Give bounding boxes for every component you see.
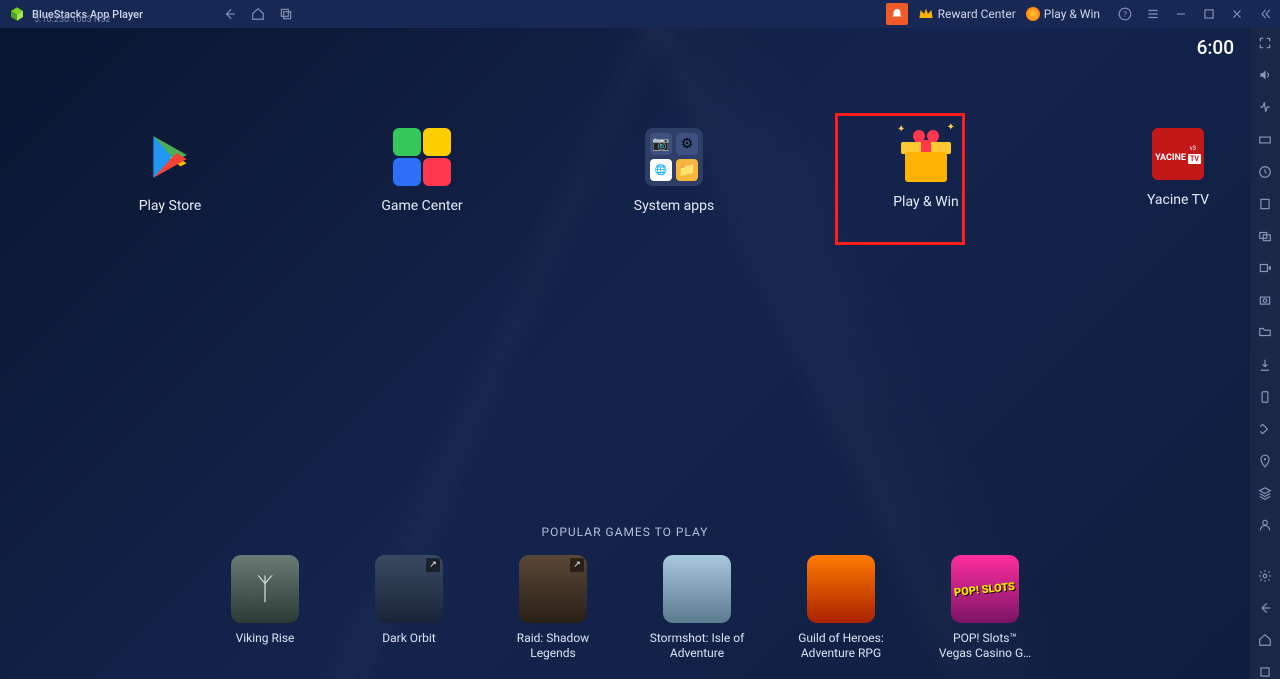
close-icon[interactable] (1230, 7, 1244, 21)
game-thumbnail: ↗ (375, 555, 443, 623)
app-play-store[interactable]: Play Store (100, 128, 240, 214)
game-label: Stormshot: Isle of Adventure (647, 631, 747, 661)
install-apk-icon[interactable] (1257, 358, 1273, 372)
settings-icon[interactable] (1257, 569, 1273, 583)
svg-text:?: ? (1123, 9, 1127, 19)
maximize-icon[interactable] (1202, 7, 1216, 21)
home-icon[interactable] (251, 7, 265, 21)
reward-center-button[interactable]: Reward Center (918, 7, 1016, 21)
accounts-icon[interactable] (1257, 518, 1273, 532)
popular-game-dark-orbit[interactable]: ↗ Dark Orbit (359, 555, 459, 661)
system-apps-icon: 📷⚙🌐📁 (645, 128, 703, 186)
game-label: Guild of Heroes: Adventure RPG (791, 631, 891, 661)
rotate-icon[interactable] (1257, 390, 1273, 404)
app-yacine-tv[interactable]: v3 YACINE TV Yacine TV (1108, 128, 1248, 214)
help-icon[interactable]: ? (1118, 7, 1132, 21)
yacine-tv-icon: v3 YACINE TV (1152, 128, 1204, 180)
macro-icon[interactable] (1257, 197, 1273, 211)
external-link-icon: ↗ (426, 558, 440, 572)
app-label: Play & Win (893, 194, 959, 210)
popular-title: POPULAR GAMES TO PLAY (0, 525, 1250, 539)
game-thumbnail: POP! SLOTS (951, 555, 1019, 623)
game-label: Dark Orbit (382, 631, 435, 646)
bluestacks-logo-icon (8, 5, 26, 23)
titlebar: BlueStacks App Player 5.10.230.1003 N32 … (0, 0, 1280, 28)
play-win-label: Play & Win (1044, 7, 1100, 21)
game-center-icon (393, 128, 451, 186)
app-label: System apps (634, 198, 714, 214)
game-label: Viking Rise (236, 631, 295, 646)
crown-icon (918, 7, 934, 21)
keyboard-icon[interactable] (1257, 132, 1273, 146)
app-label: Play Store (139, 198, 202, 214)
location-icon[interactable] (1257, 454, 1273, 468)
side-toolbar (1250, 28, 1280, 679)
app-label: Yacine TV (1147, 192, 1209, 208)
play-store-icon (141, 128, 199, 186)
popular-game-guild[interactable]: Guild of Heroes: Adventure RPG (791, 555, 891, 661)
app-game-center[interactable]: Game Center (352, 128, 492, 214)
clock: 6:00 (1197, 36, 1234, 59)
game-thumbnail (807, 555, 875, 623)
app-label: Game Center (381, 198, 462, 214)
app-version: 5.10.230.1003 N32 (34, 15, 110, 25)
reward-center-label: Reward Center (938, 7, 1016, 21)
external-link-icon: ↗ (570, 558, 584, 572)
media-folder-icon[interactable] (1257, 325, 1273, 339)
layers-icon[interactable] (1257, 486, 1273, 500)
toolbar-home-icon[interactable] (1257, 633, 1273, 647)
shake-icon[interactable] (1257, 422, 1273, 436)
gift-icon: ✦ ✦ (899, 128, 953, 182)
home-screen: 6:00 Play Store Game Center 📷⚙🌐📁 System … (0, 28, 1250, 679)
game-label: Raid: Shadow Legends (503, 631, 603, 661)
game-thumbnail (663, 555, 731, 623)
game-label: POP! Slots™ Vegas Casino G… (935, 631, 1035, 661)
app-system-apps[interactable]: 📷⚙🌐📁 System apps (604, 128, 744, 214)
popular-games-section: POPULAR GAMES TO PLAY ᛉ Viking Rise ↗ Da… (0, 525, 1250, 661)
popular-game-raid[interactable]: ↗ Raid: Shadow Legends (503, 555, 603, 661)
minimize-icon[interactable] (1174, 7, 1188, 21)
volume-icon[interactable] (1257, 68, 1273, 82)
app-grid: Play Store Game Center 📷⚙🌐📁 System apps … (100, 128, 1248, 214)
recents-icon[interactable] (279, 7, 293, 21)
popular-game-pop-slots[interactable]: POP! SLOTS POP! Slots™ Vegas Casino G… (935, 555, 1035, 661)
screenshot-icon[interactable] (1257, 293, 1273, 307)
toolbar-recents-icon[interactable] (1257, 665, 1273, 679)
play-win-button[interactable]: Play & Win (1026, 7, 1100, 21)
toolbar-back-icon[interactable] (1257, 601, 1273, 615)
lock-cursor-icon[interactable] (1257, 100, 1273, 114)
record-icon[interactable] (1257, 261, 1273, 275)
notification-badge[interactable] (886, 3, 908, 25)
game-thumbnail: ↗ (519, 555, 587, 623)
sync-icon[interactable] (1257, 165, 1273, 179)
coin-icon (1026, 7, 1040, 21)
fullscreen-icon[interactable] (1257, 36, 1273, 50)
game-thumbnail: ᛉ (231, 555, 299, 623)
collapse-panel-icon[interactable] (1258, 7, 1272, 21)
menu-icon[interactable] (1146, 7, 1160, 21)
popular-game-stormshot[interactable]: Stormshot: Isle of Adventure (647, 555, 747, 661)
app-play-and-win[interactable]: ✦ ✦ Play & Win (856, 128, 996, 214)
popular-game-viking-rise[interactable]: ᛉ Viking Rise (215, 555, 315, 661)
multi-instance-icon[interactable] (1257, 229, 1273, 243)
back-icon[interactable] (223, 7, 237, 21)
